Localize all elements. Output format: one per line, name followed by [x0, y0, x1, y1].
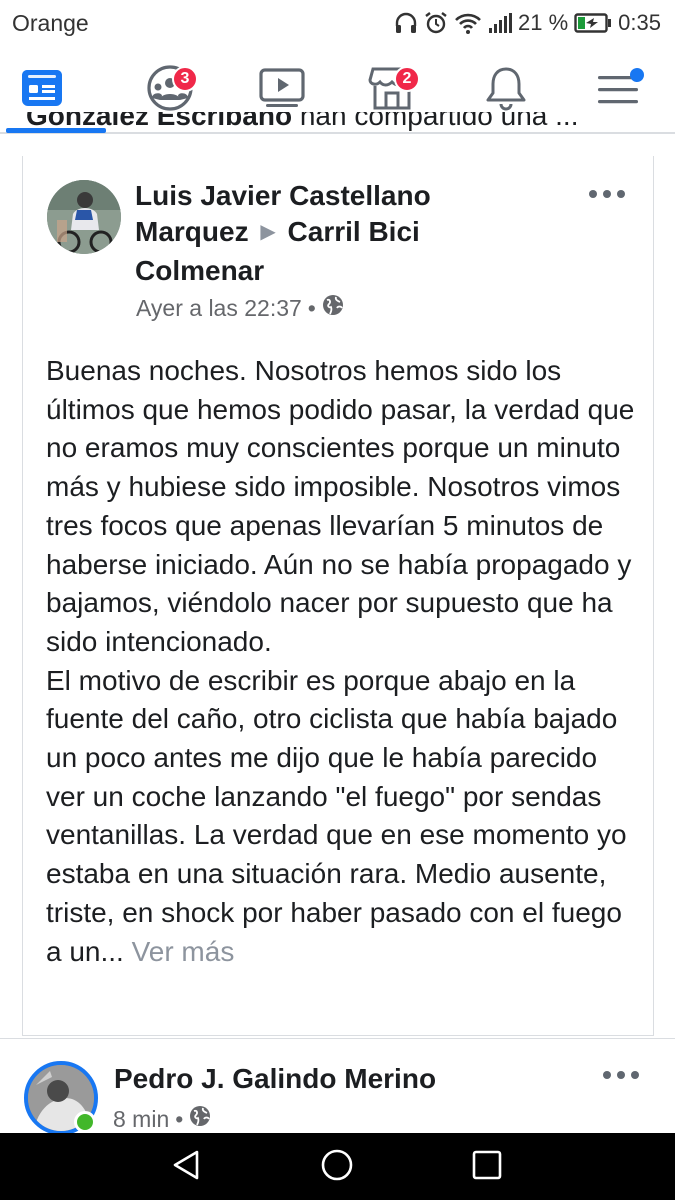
nav-notifications[interactable]	[476, 62, 536, 118]
wifi-icon	[454, 12, 482, 34]
online-status-indicator	[74, 1111, 96, 1133]
nav-menu[interactable]	[588, 62, 648, 118]
post-paragraph-2-text: El motivo de escribir es porque abajo en…	[46, 664, 627, 967]
post-card: Luis Javier Castellano Marquez ▶ Carril …	[22, 156, 654, 1036]
post-timestamp-2[interactable]: 8 min	[113, 1106, 169, 1133]
groups-badge: 3	[172, 66, 198, 92]
see-more-link[interactable]: Ver más	[132, 936, 235, 967]
post-timestamp[interactable]: Ayer a las 22:37	[136, 295, 302, 322]
more-dot-icon	[617, 190, 625, 198]
more-dot-icon	[603, 1071, 611, 1079]
post-meta: Ayer a las 22:37 •	[136, 294, 344, 322]
post-paragraph-1: Buenas noches. Nosotros hemos sido los ú…	[46, 355, 635, 657]
previous-story-rest: han compartido una ...	[292, 112, 579, 131]
meta-separator-2: •	[175, 1105, 184, 1132]
alarm-icon	[424, 11, 448, 35]
nav-news-feed[interactable]	[12, 62, 72, 118]
post-meta-2: 8 min •	[113, 1105, 211, 1133]
author-name-2[interactable]: Pedro J. Galindo Merino	[114, 1063, 436, 1095]
post-author-line: Luis Javier Castellano Marquez ▶ Carril …	[135, 178, 535, 289]
video-icon	[258, 67, 306, 114]
signal-icon	[488, 12, 513, 34]
nav-marketplace[interactable]: 2	[362, 62, 422, 118]
previous-story-text: González Escribano han compartido una ..…	[26, 112, 666, 142]
post-body: Buenas noches. Nosotros hemos sido los ú…	[46, 352, 636, 971]
carrier-name: Orange	[12, 10, 89, 36]
status-bar: Orange 21 % 0:35	[0, 0, 675, 46]
more-dot-icon	[617, 1071, 625, 1079]
headphones-icon	[394, 12, 418, 34]
home-circle-icon	[320, 1148, 354, 1187]
previous-story-names: González Escribano	[26, 112, 293, 131]
battery-charging-icon	[574, 12, 612, 34]
more-dot-icon	[603, 190, 611, 198]
globe-icon	[189, 1105, 211, 1133]
share-to-arrow-icon: ▶	[260, 221, 276, 243]
nav-groups[interactable]: 3	[140, 62, 200, 118]
marketplace-badge: 2	[394, 66, 420, 92]
post-card-2: Pedro J. Galindo Merino 8 min •	[0, 1038, 675, 1135]
recents-square-icon	[471, 1149, 503, 1186]
globe-icon	[322, 294, 344, 322]
home-button[interactable]	[317, 1147, 357, 1187]
system-navigation-bar	[0, 1133, 675, 1200]
bell-icon	[484, 65, 528, 116]
author-avatar[interactable]	[47, 180, 121, 254]
post-paragraph-2: El motivo de escribir es porque abajo en…	[46, 662, 636, 972]
status-icons: 21 % 0:35	[394, 9, 661, 37]
back-button[interactable]	[166, 1147, 206, 1187]
nav-watch[interactable]	[252, 62, 312, 118]
more-dot-icon	[589, 190, 597, 198]
back-triangle-icon	[169, 1148, 203, 1187]
post-options-button[interactable]	[589, 188, 625, 200]
feed-icon	[20, 68, 64, 113]
recents-button[interactable]	[467, 1147, 507, 1187]
more-dot-icon	[631, 1071, 639, 1079]
meta-separator: •	[307, 294, 316, 321]
battery-percent: 21 %	[518, 10, 569, 35]
clock-time: 0:35	[618, 10, 661, 35]
menu-notification-dot	[630, 68, 644, 82]
post-options-button-2[interactable]	[603, 1069, 639, 1081]
